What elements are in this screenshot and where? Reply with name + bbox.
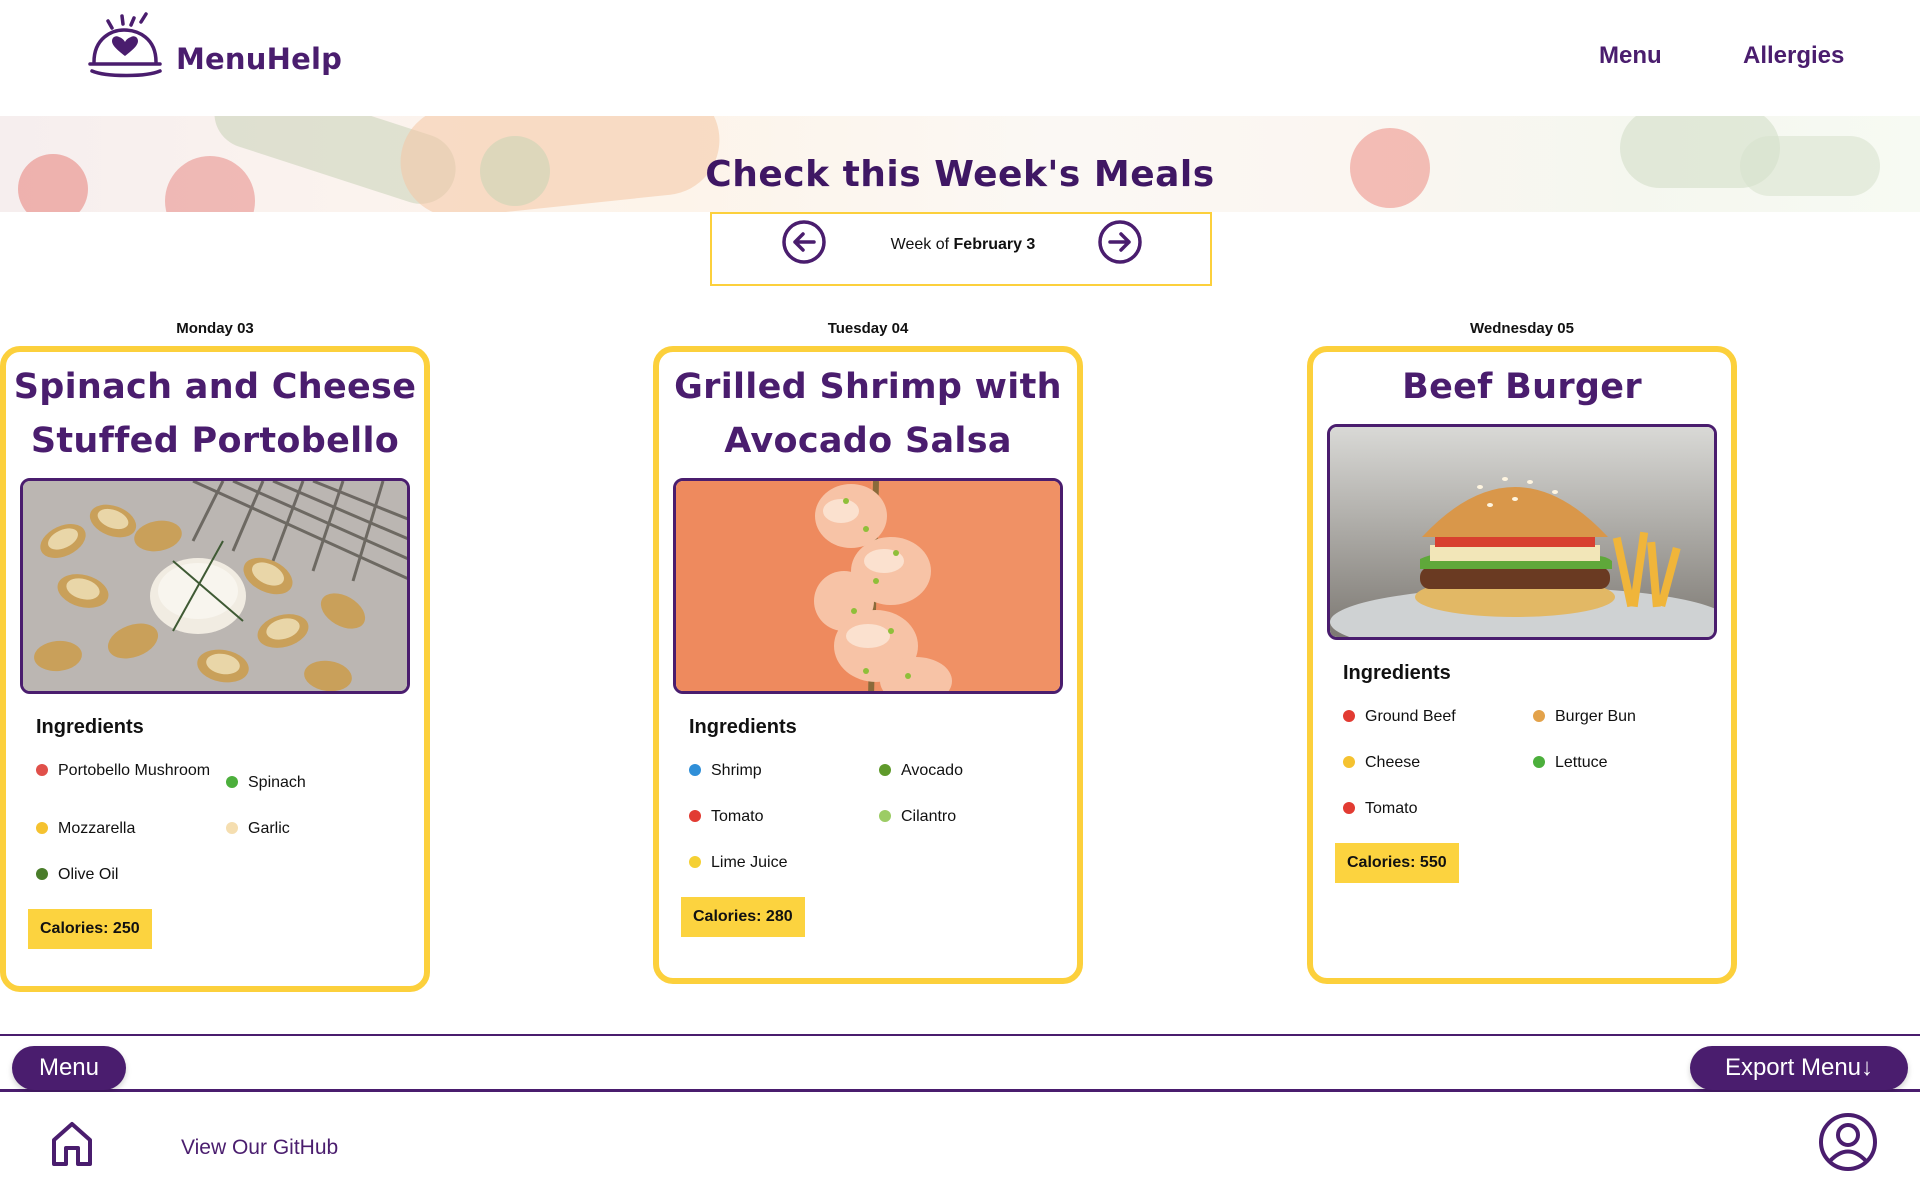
day-label-monday: Monday 03 — [176, 320, 254, 337]
action-bar: Menu Export Menu↓ — [0, 1034, 1920, 1092]
ingredient-item: Shrimp — [689, 759, 879, 783]
ingredient-label: Tomato — [711, 808, 764, 825]
nav-link-allergies[interactable]: Allergies — [1743, 42, 1844, 70]
tomato-icon — [1343, 802, 1355, 814]
ingredients-heading: Ingredients — [36, 716, 144, 738]
ingredient-label: Lime Juice — [711, 854, 788, 871]
fish-icon — [689, 764, 701, 776]
cloche-heart-icon — [88, 12, 162, 78]
ingredients-heading: Ingredients — [1343, 662, 1451, 684]
ingredient-label: Avocado — [901, 762, 963, 779]
leafy-greens-icon — [1533, 756, 1545, 768]
week-prefix: Week of — [890, 236, 954, 253]
cheese-icon — [1343, 756, 1355, 768]
calories-badge: Calories: 280 — [681, 897, 805, 937]
meal-image — [20, 478, 410, 694]
ingredient-label: Mozzarella — [58, 820, 136, 837]
ingredient-item: Cheese — [1343, 751, 1533, 775]
meal-title: Grilled Shrimp with Avocado Salsa — [674, 367, 1062, 461]
ingredient-item: Lime Juice — [689, 851, 879, 875]
cheese-icon — [36, 822, 48, 834]
herb-icon — [879, 810, 891, 822]
ingredients-list: Shrimp Avocado Tomato Cilantro Lime Juic… — [689, 759, 1069, 897]
ingredient-label: Cilantro — [901, 808, 957, 825]
ingredient-label: Shrimp — [711, 762, 762, 779]
meal-card-monday[interactable]: Spinach and Cheese Stuffed Portobello In… — [0, 346, 430, 992]
olive-icon — [36, 868, 48, 880]
ingredient-item: Cilantro — [879, 805, 1069, 829]
ingredient-item: Burger Bun — [1533, 705, 1723, 729]
ingredient-label: Tomato — [1365, 800, 1418, 817]
ingredient-item: Mozzarella — [36, 817, 226, 841]
ingredient-item: Garlic — [226, 817, 416, 841]
ingredient-item: Avocado — [879, 759, 1069, 783]
meat-icon — [1343, 710, 1355, 722]
meal-image — [1327, 424, 1717, 640]
arrow-right-circle-icon[interactable] — [1096, 218, 1144, 266]
tomato-icon — [689, 810, 701, 822]
meal-card-tuesday[interactable]: Grilled Shrimp with Avocado Salsa Ingred… — [653, 346, 1083, 984]
meal-title: Spinach and Cheese Stuffed Portobello — [13, 367, 417, 461]
home-icon[interactable] — [50, 1120, 94, 1168]
ingredient-label: Olive Oil — [58, 866, 119, 883]
lemon-icon — [689, 856, 701, 868]
ingredient-label: Portobello Mushroom — [58, 762, 211, 779]
ingredient-item: Lettuce — [1533, 751, 1723, 775]
ingredient-item: Spinach — [226, 759, 416, 795]
brand-logo[interactable]: MenuHelp — [86, 12, 342, 84]
top-navbar: MenuHelp Menu Allergies — [0, 0, 1920, 116]
calories-badge: Calories: 250 — [28, 909, 152, 949]
ingredient-item: Ground Beef — [1343, 705, 1533, 729]
ingredient-label: Ground Beef — [1365, 708, 1456, 725]
calories-badge: Calories: 550 — [1335, 843, 1459, 883]
ingredient-item: Olive Oil — [36, 863, 226, 887]
brand-name: MenuHelp — [176, 42, 343, 76]
ingredient-label: Burger Bun — [1555, 708, 1636, 725]
ingredients-heading: Ingredients — [689, 716, 797, 738]
ingredient-label: Garlic — [248, 820, 290, 837]
ingredient-label: Cheese — [1365, 754, 1421, 771]
ingredients-list: Portobello Mushroom Spinach Mozzarella G… — [36, 759, 416, 909]
nav-link-menu[interactable]: Menu — [1599, 42, 1662, 70]
ingredient-label: Lettuce — [1555, 754, 1608, 771]
garlic-icon — [226, 822, 238, 834]
user-circle-icon[interactable] — [1818, 1112, 1878, 1172]
ingredient-label: Spinach — [248, 774, 306, 791]
ingredient-item: Tomato — [1343, 797, 1533, 821]
bread-icon — [1533, 710, 1545, 722]
avocado-icon — [879, 764, 891, 776]
hero-banner: Check this Week's Meals — [0, 116, 1920, 212]
day-label-tuesday: Tuesday 04 — [827, 320, 909, 337]
ingredient-item: Tomato — [689, 805, 879, 829]
export-menu-button[interactable]: Export Menu↓ — [1690, 1046, 1908, 1090]
ingredient-item: Portobello Mushroom — [36, 759, 226, 795]
week-date: February 3 — [953, 236, 1036, 253]
meal-title: Beef Burger — [1402, 367, 1642, 407]
meal-image — [673, 478, 1063, 694]
meal-card-wednesday[interactable]: Beef Burger Ingredients Ground Beef Burg… — [1307, 346, 1737, 984]
leafy-greens-icon — [226, 776, 238, 788]
footer: View Our GitHub — [0, 1092, 1920, 1190]
week-navigator: Week of February 3 — [710, 212, 1212, 286]
page-title: Check this Week's Meals — [705, 154, 1215, 195]
mushroom-icon — [36, 764, 48, 776]
ingredients-list: Ground Beef Burger Bun Cheese Lettuce To… — [1343, 705, 1723, 843]
day-label-wednesday: Wednesday 05 — [1470, 320, 1574, 337]
menu-button[interactable]: Menu — [12, 1046, 126, 1090]
github-link[interactable]: View Our GitHub — [181, 1136, 338, 1160]
